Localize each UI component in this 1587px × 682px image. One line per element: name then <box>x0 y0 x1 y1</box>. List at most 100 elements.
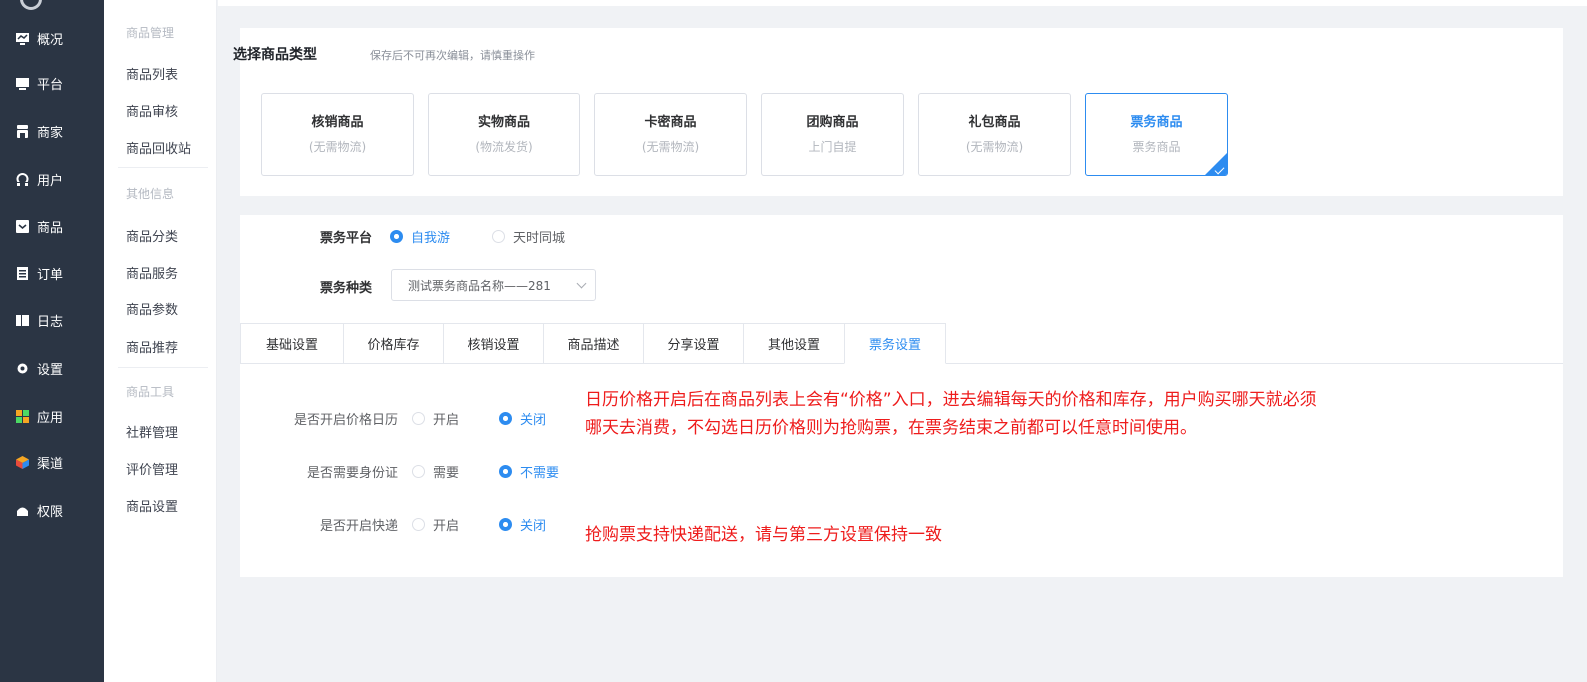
nav-label: 用户 <box>37 173 64 189</box>
submenu-item-community[interactable]: 社群管理 <box>126 422 178 441</box>
log-icon <box>16 314 29 327</box>
type-sub: (物流发货) <box>475 140 533 154</box>
radio-label: 不需要 <box>520 466 560 481</box>
radio-label: 开启 <box>433 519 460 534</box>
nav-item-order[interactable]: 订单 <box>0 259 104 287</box>
submenu-item-category[interactable]: 商品分类 <box>126 226 178 245</box>
type-name: 团购商品 <box>806 115 859 130</box>
tab-other[interactable]: 其他设置 <box>743 323 844 364</box>
radio-dot <box>412 412 425 425</box>
nav-label: 渠道 <box>37 456 64 472</box>
calendar-radio-off[interactable]: 关闭 <box>499 409 546 428</box>
nav-item-overview[interactable]: 概况 <box>0 24 104 52</box>
ticket-platform-label: 票务平台 <box>320 231 373 246</box>
type-sub: (无需物流) <box>641 140 700 154</box>
platform-radio-ziwoyou[interactable]: 自我游 <box>390 227 450 246</box>
calendar-annotation-line2: 哪天去消费，不勾选日历价格则为抢购票，在票务结束之前都可以任意时间使用。 <box>585 418 1197 438</box>
select-value: 测试票务商品名称——281 <box>408 278 551 293</box>
nav-label: 应用 <box>37 410 64 426</box>
platform-radio-tianshi[interactable]: 天时同城 <box>492 227 565 246</box>
gear-icon <box>16 362 29 375</box>
submenu-group-title: 商品管理 <box>126 26 175 40</box>
main-sidebar: 概况 平台 商家 用户 商品 订单 日志 设置 应用 渠道 权限 <box>0 0 104 682</box>
chart-icon <box>16 32 29 45</box>
express-annotation: 抢购票支持快递配送，请与第三方设置保持一致 <box>585 525 942 545</box>
tab-ticket[interactable]: 票务设置 <box>844 323 946 364</box>
tab-basic[interactable]: 基础设置 <box>240 323 343 364</box>
type-option-ticket[interactable]: 票务商品 票务商品 <box>1085 93 1228 176</box>
submenu-item-goods-review[interactable]: 商品审核 <box>126 101 178 120</box>
type-option-card-code[interactable]: 卡密商品 (无需物流) <box>594 93 747 176</box>
cube-icon <box>16 455 29 469</box>
order-icon <box>16 266 29 280</box>
submenu-item-params[interactable]: 商品参数 <box>126 299 178 318</box>
nav-label: 平台 <box>37 77 64 93</box>
submenu-item-reviews[interactable]: 评价管理 <box>126 459 178 478</box>
radio-label: 开启 <box>433 413 460 428</box>
type-option-group-buy[interactable]: 团购商品 上门自提 <box>761 93 904 176</box>
calendar-radio-on[interactable]: 开启 <box>412 409 459 428</box>
submenu-item-recommend[interactable]: 商品推荐 <box>126 337 178 356</box>
nav-label: 概况 <box>37 32 64 48</box>
submenu-item-recycle-bin[interactable]: 商品回收站 <box>126 138 191 157</box>
radio-dot <box>412 518 425 531</box>
nav-label: 日志 <box>37 314 64 330</box>
radio-dot <box>499 518 512 531</box>
submenu-item-goods-settings[interactable]: 商品设置 <box>126 496 178 515</box>
idcard-radio-no[interactable]: 不需要 <box>499 462 559 481</box>
tab-description[interactable]: 商品描述 <box>543 323 643 364</box>
nav-item-apps[interactable]: 应用 <box>0 402 104 430</box>
submenu-item-service[interactable]: 商品服务 <box>126 263 178 282</box>
nav-item-settings[interactable]: 设置 <box>0 354 104 382</box>
type-sub: 上门自提 <box>808 140 857 154</box>
radio-dot <box>499 465 512 478</box>
type-name: 实物商品 <box>477 115 530 130</box>
settings-tabs: 基础设置 价格库存 核销设置 商品描述 分享设置 其他设置 票务设置 <box>240 323 946 364</box>
apps-icon <box>16 409 29 423</box>
ticket-kind-select[interactable]: 测试票务商品名称——281 <box>391 269 596 301</box>
type-name: 卡密商品 <box>644 115 697 130</box>
nav-label: 设置 <box>37 362 64 378</box>
radio-label: 自我游 <box>411 231 451 246</box>
type-option-physical[interactable]: 实物商品 (物流发货) <box>428 93 580 176</box>
submenu-item-goods-list[interactable]: 商品列表 <box>126 64 178 83</box>
express-radio-off[interactable]: 关闭 <box>499 515 546 534</box>
logo-icon <box>20 0 42 10</box>
radio-label: 关闭 <box>520 519 547 534</box>
nav-item-merchant[interactable]: 商家 <box>0 117 104 145</box>
radio-label: 关闭 <box>520 413 547 428</box>
calendar-annotation-line1: 日历价格开启后在商品列表上会有“价格”入口，进去编辑每天的价格和库存，用户购买哪… <box>585 390 1317 410</box>
nav-item-permission[interactable]: 权限 <box>0 496 104 524</box>
nav-label: 订单 <box>37 267 64 283</box>
goods-icon <box>16 219 29 233</box>
nav-item-goods[interactable]: 商品 <box>0 212 104 240</box>
top-bar <box>218 0 1587 6</box>
submenu-group-title: 商品工具 <box>126 385 175 399</box>
user-icon <box>16 172 29 186</box>
nav-item-channel[interactable]: 渠道 <box>0 448 104 476</box>
tab-price-stock[interactable]: 价格库存 <box>343 323 443 364</box>
type-name: 核销商品 <box>311 115 364 130</box>
nav-item-user[interactable]: 用户 <box>0 165 104 193</box>
submenu-group-title: 其他信息 <box>126 187 175 201</box>
type-name: 礼包商品 <box>968 115 1021 130</box>
radio-dot <box>492 230 505 243</box>
express-radio-on[interactable]: 开启 <box>412 515 459 534</box>
type-option-verify[interactable]: 核销商品 (无需物流) <box>261 93 414 176</box>
calendar-label: 是否开启价格日历 <box>293 413 398 428</box>
radio-label: 天时同城 <box>513 231 566 246</box>
idcard-label: 是否需要身份证 <box>306 466 398 481</box>
nav-item-platform[interactable]: 平台 <box>0 69 104 97</box>
tabs-underline <box>946 363 1563 364</box>
store-icon <box>16 124 29 138</box>
express-label: 是否开启快递 <box>319 519 398 534</box>
type-option-gift-pack[interactable]: 礼包商品 (无需物流) <box>918 93 1071 176</box>
section-title: 选择商品类型 <box>233 47 317 63</box>
divider <box>118 367 208 368</box>
idcard-radio-yes[interactable]: 需要 <box>412 462 459 481</box>
nav-item-log[interactable]: 日志 <box>0 306 104 334</box>
nav-label: 商品 <box>37 220 64 236</box>
tab-share[interactable]: 分享设置 <box>643 323 743 364</box>
monitor-icon <box>16 77 29 90</box>
tab-verify[interactable]: 核销设置 <box>443 323 543 364</box>
